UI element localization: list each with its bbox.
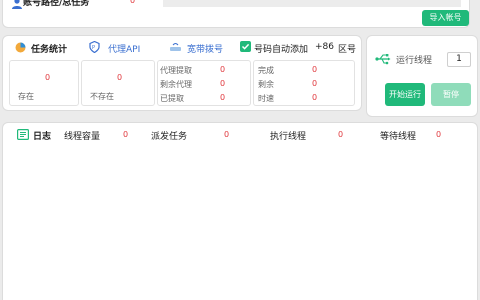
country-code[interactable]: +86 xyxy=(315,42,334,52)
fetched-value: 0 xyxy=(220,93,226,102)
not-exist-label: 不存在 xyxy=(90,92,114,101)
auto-add-label: 号码自动添加 xyxy=(254,45,309,55)
not-exist-value: 0 xyxy=(117,73,123,82)
tab-broadband-dial[interactable]: 宽带拨号 xyxy=(187,42,223,55)
executing-threads-value: 0 xyxy=(338,130,344,139)
pause-button[interactable]: 暂停 xyxy=(431,83,471,106)
thread-capacity-value: 0 xyxy=(123,130,129,139)
account-path-input[interactable] xyxy=(163,0,461,7)
svg-text:P: P xyxy=(92,45,95,51)
exist-value: 0 xyxy=(45,73,51,82)
account-count: 0 xyxy=(130,0,136,5)
thread-capacity-label: 线程容量 xyxy=(64,132,101,142)
done-label: 完成 xyxy=(258,66,274,75)
account-label: 账号路径/总任务 xyxy=(23,0,90,8)
speed-label: 时速 xyxy=(258,94,274,103)
account-panel: 账号路径/总任务 0 导入帐号 xyxy=(2,0,470,28)
pie-chart-icon xyxy=(15,42,26,53)
tab-proxy-api[interactable]: 代理API xyxy=(108,42,140,55)
proxy-fetch-value: 0 xyxy=(220,65,226,74)
start-button[interactable]: 开始运行 xyxy=(385,83,425,106)
threads-label: 运行线程 xyxy=(396,56,433,66)
import-accounts-button[interactable]: 导入帐号 xyxy=(422,10,469,26)
exist-box: 0 存在 xyxy=(9,60,79,106)
proxy-remaining-value: 0 xyxy=(220,79,226,88)
proxy-fetch-label: 代理提取 xyxy=(160,66,192,75)
not-exist-box: 0 不存在 xyxy=(81,60,155,106)
fetched-label: 已提取 xyxy=(160,94,184,103)
log-title: 日志 xyxy=(33,132,52,142)
remaining-value: 0 xyxy=(312,79,318,88)
broadband-icon xyxy=(169,41,182,52)
log-panel: 日志 线程容量 0 派发任务 0 执行线程 0 等待线程 0 xyxy=(2,122,478,300)
log-output-area[interactable] xyxy=(9,145,471,300)
task-progress-box: 完成 0 剩余 0 时速 0 xyxy=(253,60,355,106)
account-icon xyxy=(11,0,23,9)
proxy-remaining-label: 剩余代理 xyxy=(160,80,192,89)
stats-panel: 任务统计 P 代理API 宽带拨号 号码自动添加 +86 区号 0 存在 0 不… xyxy=(2,35,362,111)
dispatch-task-value: 0 xyxy=(224,130,230,139)
api-shield-icon: P xyxy=(89,41,100,53)
exist-label: 存在 xyxy=(18,92,34,101)
done-value: 0 xyxy=(312,65,318,74)
executing-threads-label: 执行线程 xyxy=(270,132,307,142)
speed-value: 0 xyxy=(312,93,318,102)
auto-add-checkbox[interactable] xyxy=(240,41,251,52)
waiting-threads-value: 0 xyxy=(436,130,442,139)
control-panel: 运行线程 1 开始运行 暂停 xyxy=(366,35,478,117)
log-icon xyxy=(17,129,29,140)
dispatch-task-label: 派发任务 xyxy=(151,132,188,142)
region-label: 区号 xyxy=(338,45,357,55)
remaining-label: 剩余 xyxy=(258,80,274,89)
usb-icon xyxy=(375,53,391,65)
tab-task-stats[interactable]: 任务统计 xyxy=(31,42,67,55)
proxy-stats-box: 代理提取 0 剩余代理 0 已提取 0 xyxy=(157,60,251,106)
threads-input[interactable]: 1 xyxy=(447,52,471,67)
waiting-threads-label: 等待线程 xyxy=(380,132,417,142)
